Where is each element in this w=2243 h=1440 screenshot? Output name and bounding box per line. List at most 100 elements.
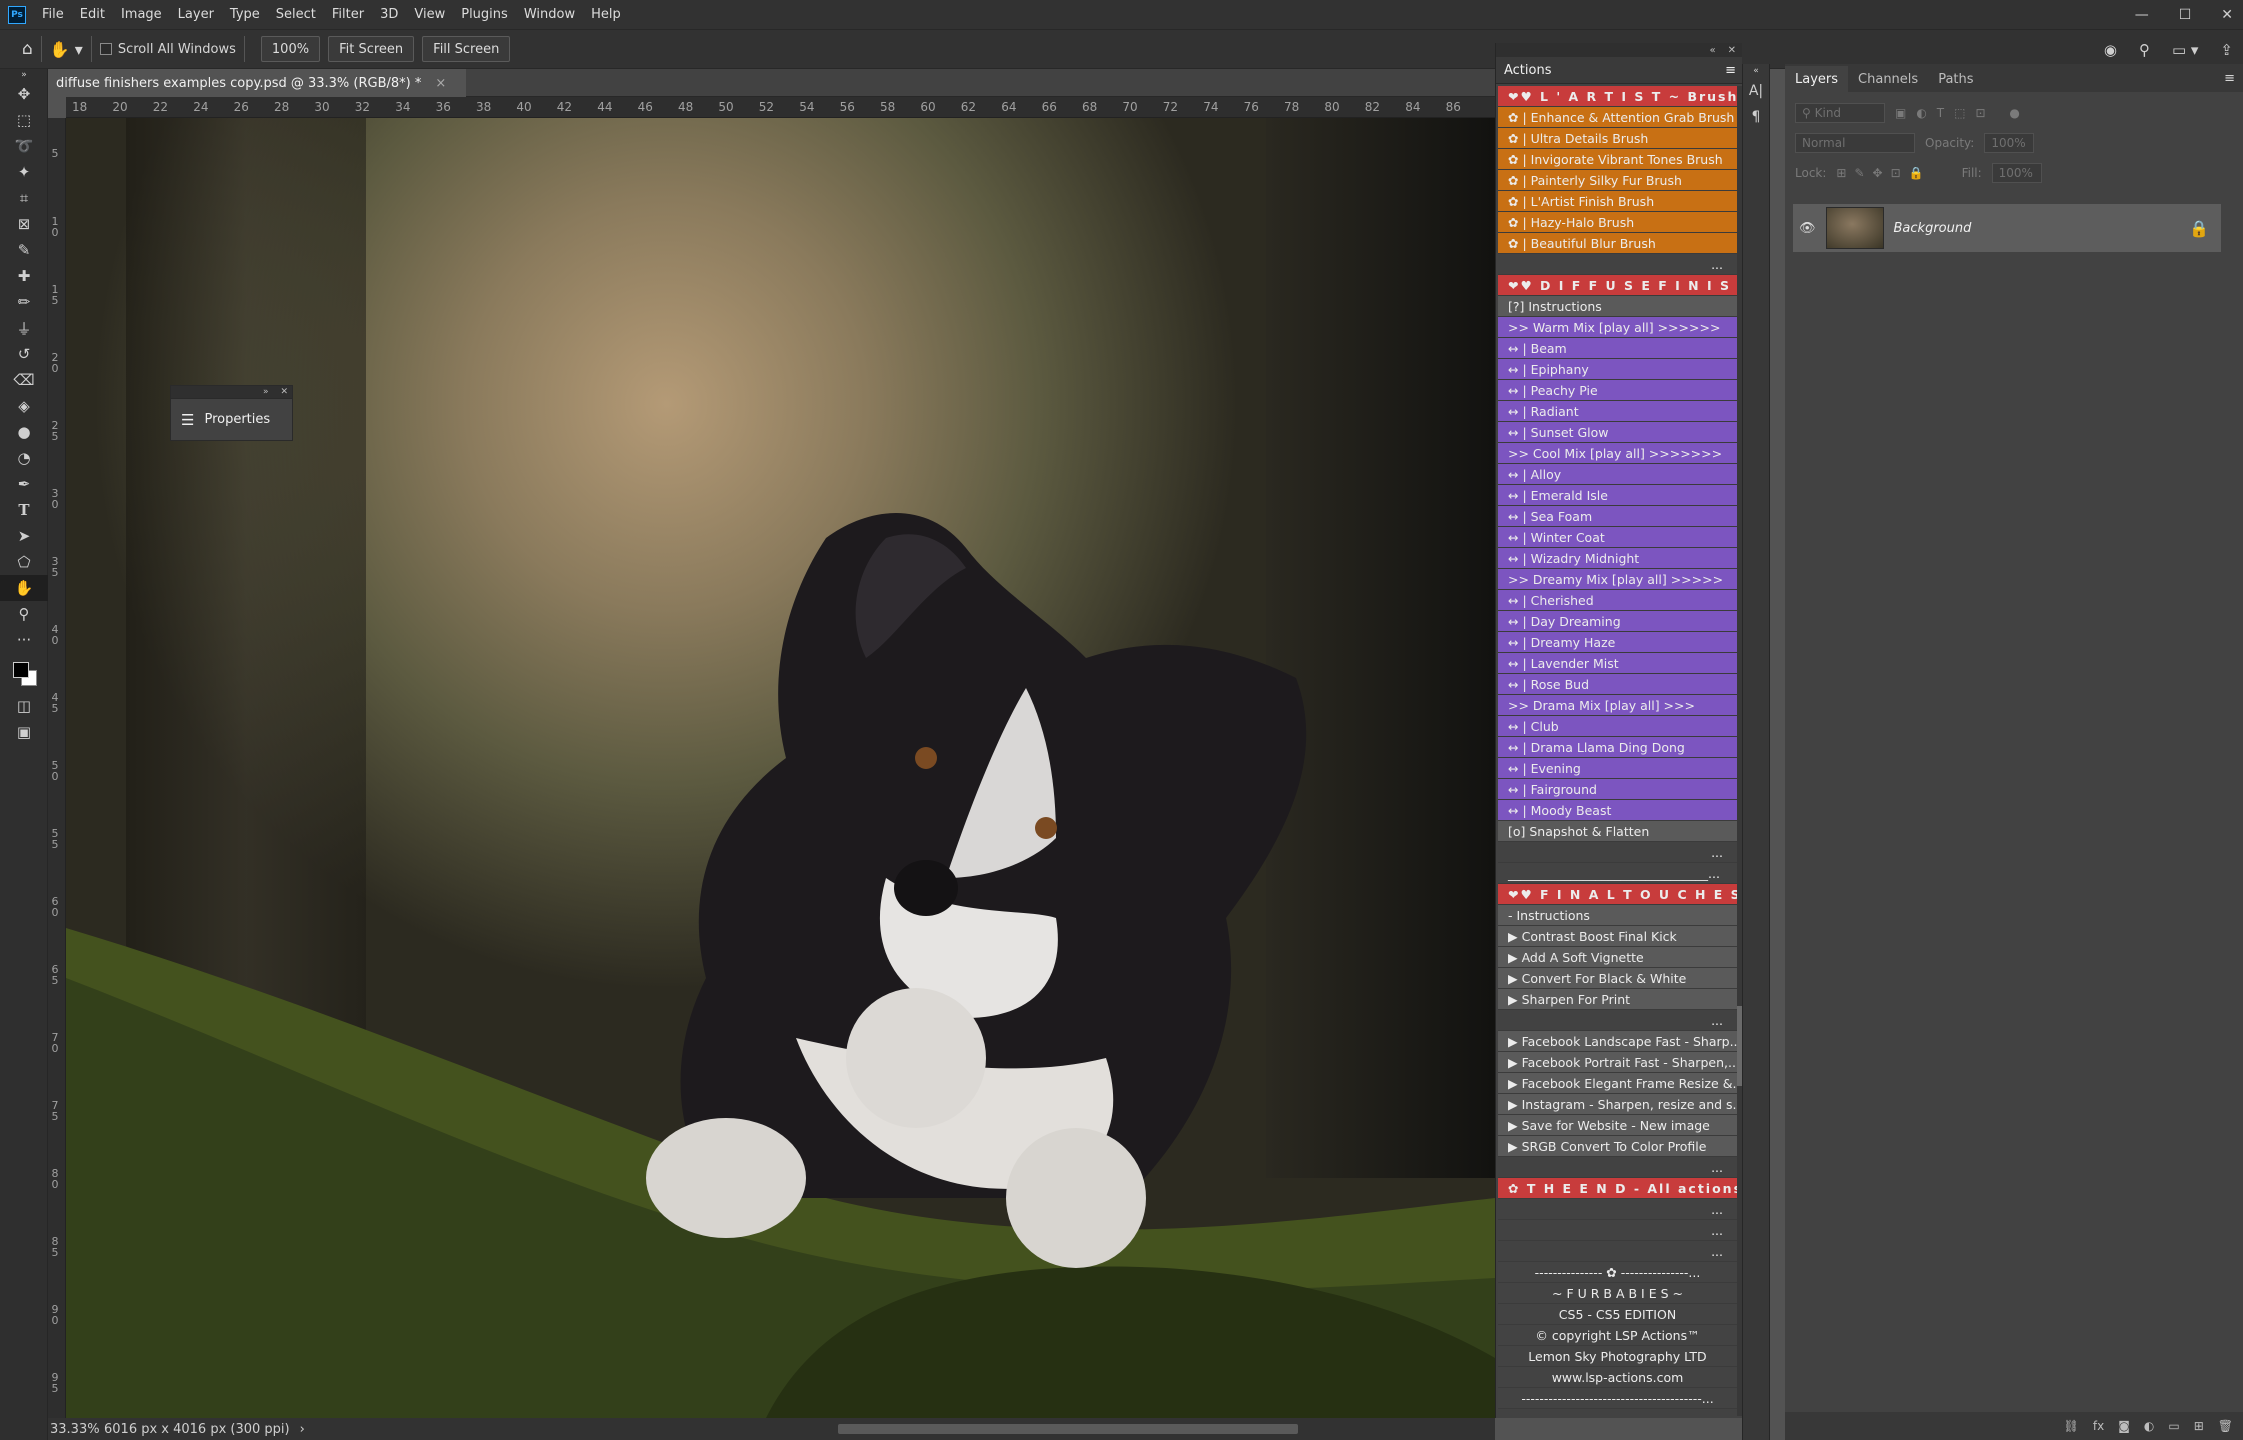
- action-item[interactable]: ↔ | Emerald Isle: [1498, 485, 1737, 506]
- document-tab[interactable]: diffuse finishers examples copy.psd @ 33…: [48, 69, 467, 97]
- tab-channels[interactable]: Channels: [1848, 66, 1928, 92]
- workspace-icon[interactable]: ▭ ▾: [2172, 41, 2198, 59]
- action-item[interactable]: ▶ Sharpen For Print: [1498, 989, 1737, 1010]
- eyedropper-tool-icon[interactable]: ✎: [0, 237, 48, 263]
- action-item[interactable]: ✿ | Ultra Details Brush: [1498, 128, 1737, 149]
- lock-icons[interactable]: ⊞✎✥⊡🔒: [1836, 166, 1931, 180]
- action-item[interactable]: ↔ | Rose Bud: [1498, 674, 1737, 695]
- action-item[interactable]: ----------------------------------------…: [1498, 1388, 1737, 1409]
- action-item[interactable]: ...: [1498, 1199, 1737, 1220]
- action-item[interactable]: Lemon Sky Photography LTD: [1498, 1346, 1737, 1367]
- action-item[interactable]: ↔ | Drama Llama Ding Dong: [1498, 737, 1737, 758]
- action-item[interactable]: ↔ | Cherished: [1498, 590, 1737, 611]
- lasso-tool-icon[interactable]: ➰: [0, 133, 48, 159]
- action-item[interactable]: >> Cool Mix [play all] >>>>>>>: [1498, 443, 1737, 464]
- action-item[interactable]: [o] Snapshot & Flatten: [1498, 821, 1737, 842]
- action-item[interactable]: ↔ | Epiphany: [1498, 359, 1737, 380]
- action-item[interactable]: ↔ | Sunset Glow: [1498, 422, 1737, 443]
- action-item[interactable]: ...: [1498, 1220, 1737, 1241]
- actions-menu-icon[interactable]: ≡: [1725, 63, 1736, 78]
- action-item[interactable]: ↔ | Peachy Pie: [1498, 380, 1737, 401]
- type-tool-icon[interactable]: T: [0, 497, 48, 523]
- path-selection-icon[interactable]: ➤: [0, 523, 48, 549]
- action-item[interactable]: ↔ | Wizadry Midnight: [1498, 548, 1737, 569]
- minimize-button[interactable]: —: [2135, 7, 2149, 23]
- maximize-button[interactable]: ☐: [2179, 7, 2192, 23]
- action-item[interactable]: --------------- ✿ ---------------...: [1498, 1262, 1737, 1283]
- shape-tool-icon[interactable]: ⬠: [0, 549, 48, 575]
- move-tool-icon[interactable]: ✥: [0, 81, 48, 107]
- action-item[interactable]: ✿ | Beautiful Blur Brush: [1498, 233, 1737, 254]
- delete-layer-icon[interactable]: 🗑: [2218, 1419, 2233, 1433]
- menu-view[interactable]: View: [406, 7, 453, 22]
- close-tab-icon[interactable]: ×: [435, 76, 446, 91]
- collapse-actions-icon[interactable]: «: [1709, 45, 1715, 56]
- collapse-toolbar-icon[interactable]: »: [0, 69, 48, 81]
- menu-edit[interactable]: Edit: [72, 7, 113, 22]
- share-icon[interactable]: ⇪: [2220, 41, 2233, 59]
- menu-3d[interactable]: 3D: [372, 7, 406, 22]
- visibility-eye-icon[interactable]: 👁: [1799, 221, 1816, 236]
- action-item[interactable]: ↔ | Club: [1498, 716, 1737, 737]
- color-swatches-icon[interactable]: [0, 653, 48, 693]
- action-item[interactable]: ▶ Save for Website - New image: [1498, 1115, 1737, 1136]
- brush-tool-icon[interactable]: ✏: [0, 289, 48, 315]
- action-item[interactable]: ❤♥ L ' A R T I S T ~ Brushes: [1498, 86, 1737, 107]
- home-icon[interactable]: ⌂: [22, 39, 33, 59]
- status-expand-arrow[interactable]: ›: [300, 1422, 305, 1437]
- action-item[interactable]: ~ F U R B A B I E S ~: [1498, 1283, 1737, 1304]
- action-item[interactable]: ❤♥ F I N A L T O U C H E S: [1498, 884, 1737, 905]
- close-actions-icon[interactable]: ✕: [1728, 45, 1736, 56]
- character-panel-icon[interactable]: A|: [1743, 78, 1769, 104]
- crop-tool-icon[interactable]: ⌗: [0, 185, 48, 211]
- stamp-tool-icon[interactable]: ⏚: [0, 315, 48, 341]
- menu-plugins[interactable]: Plugins: [453, 7, 516, 22]
- close-window-button[interactable]: ✕: [2221, 7, 2233, 23]
- menu-file[interactable]: File: [34, 7, 72, 22]
- action-item[interactable]: >> Dreamy Mix [play all] >>>>>: [1498, 569, 1737, 590]
- eraser-tool-icon[interactable]: ⌫: [0, 367, 48, 393]
- tab-paths[interactable]: Paths: [1928, 66, 1983, 92]
- menu-type[interactable]: Type: [222, 7, 268, 22]
- action-item[interactable]: ↔ | Beam: [1498, 338, 1737, 359]
- action-item[interactable]: ✿ | Painterly Silky Fur Brush: [1498, 170, 1737, 191]
- action-item[interactable]: ...: [1498, 842, 1737, 863]
- healing-tool-icon[interactable]: ✚: [0, 263, 48, 289]
- new-group-icon[interactable]: ▭: [2168, 1419, 2179, 1433]
- action-item[interactable]: ↔ | Evening: [1498, 758, 1737, 779]
- action-item[interactable]: ▶ Facebook Landscape Fast - Sharp...: [1498, 1031, 1737, 1052]
- action-item[interactable]: >> Warm Mix [play all] >>>>>>: [1498, 317, 1737, 338]
- action-item[interactable]: ▶ Facebook Elegant Frame Resize &...: [1498, 1073, 1737, 1094]
- link-layers-icon[interactable]: ⛓: [2064, 1419, 2079, 1433]
- action-item[interactable]: ↔ | Alloy: [1498, 464, 1737, 485]
- layer-kind-filter[interactable]: ⚲ Kind: [1795, 103, 1885, 123]
- action-item[interactable]: www.lsp-actions.com: [1498, 1367, 1737, 1388]
- properties-panel-collapsed[interactable]: » ✕ ☰ Properties: [170, 385, 293, 441]
- action-item[interactable]: ▶ Facebook Portrait Fast - Sharpen,...: [1498, 1052, 1737, 1073]
- zoom-readout[interactable]: 33.33%: [48, 1422, 104, 1437]
- action-item[interactable]: ✿ | Invigorate Vibrant Tones Brush: [1498, 149, 1737, 170]
- layer-row-background[interactable]: 👁 Background 🔒: [1793, 204, 2221, 252]
- action-item[interactable]: [?] Instructions: [1498, 296, 1737, 317]
- action-item[interactable]: ↔ | Radiant: [1498, 401, 1737, 422]
- actions-title[interactable]: Actions: [1504, 63, 1552, 78]
- more-tools-icon[interactable]: ···: [0, 627, 48, 653]
- action-item[interactable]: ❤♥ D I F F U S E F I N I S H E R S ...: [1498, 275, 1737, 296]
- new-layer-icon[interactable]: ⊞: [2194, 1419, 2204, 1433]
- action-item[interactable]: ↔ | Dreamy Haze: [1498, 632, 1737, 653]
- action-item[interactable]: ↔ | Fairground: [1498, 779, 1737, 800]
- tab-layers[interactable]: Layers: [1785, 66, 1849, 92]
- blur-tool-icon[interactable]: ●: [0, 419, 48, 445]
- hand-tool-preset-icon[interactable]: ✋ ▾: [50, 40, 83, 59]
- paragraph-panel-icon[interactable]: ¶: [1743, 104, 1769, 130]
- action-item[interactable]: ↔ | Winter Coat: [1498, 527, 1737, 548]
- filter-icons[interactable]: ▣◐T⬚⊡ ●: [1895, 106, 2030, 120]
- action-item[interactable]: ...: [1498, 1010, 1737, 1031]
- opacity-input[interactable]: 100%: [1984, 133, 2035, 153]
- close-panel-icon[interactable]: ✕: [280, 387, 288, 397]
- menu-help[interactable]: Help: [583, 7, 629, 22]
- action-item[interactable]: ▶ SRGB Convert To Color Profile: [1498, 1136, 1737, 1157]
- zoom-tool-icon[interactable]: ⚲: [0, 601, 48, 627]
- action-item[interactable]: ________________________________...: [1498, 863, 1737, 884]
- action-item[interactable]: - Instructions: [1498, 905, 1737, 926]
